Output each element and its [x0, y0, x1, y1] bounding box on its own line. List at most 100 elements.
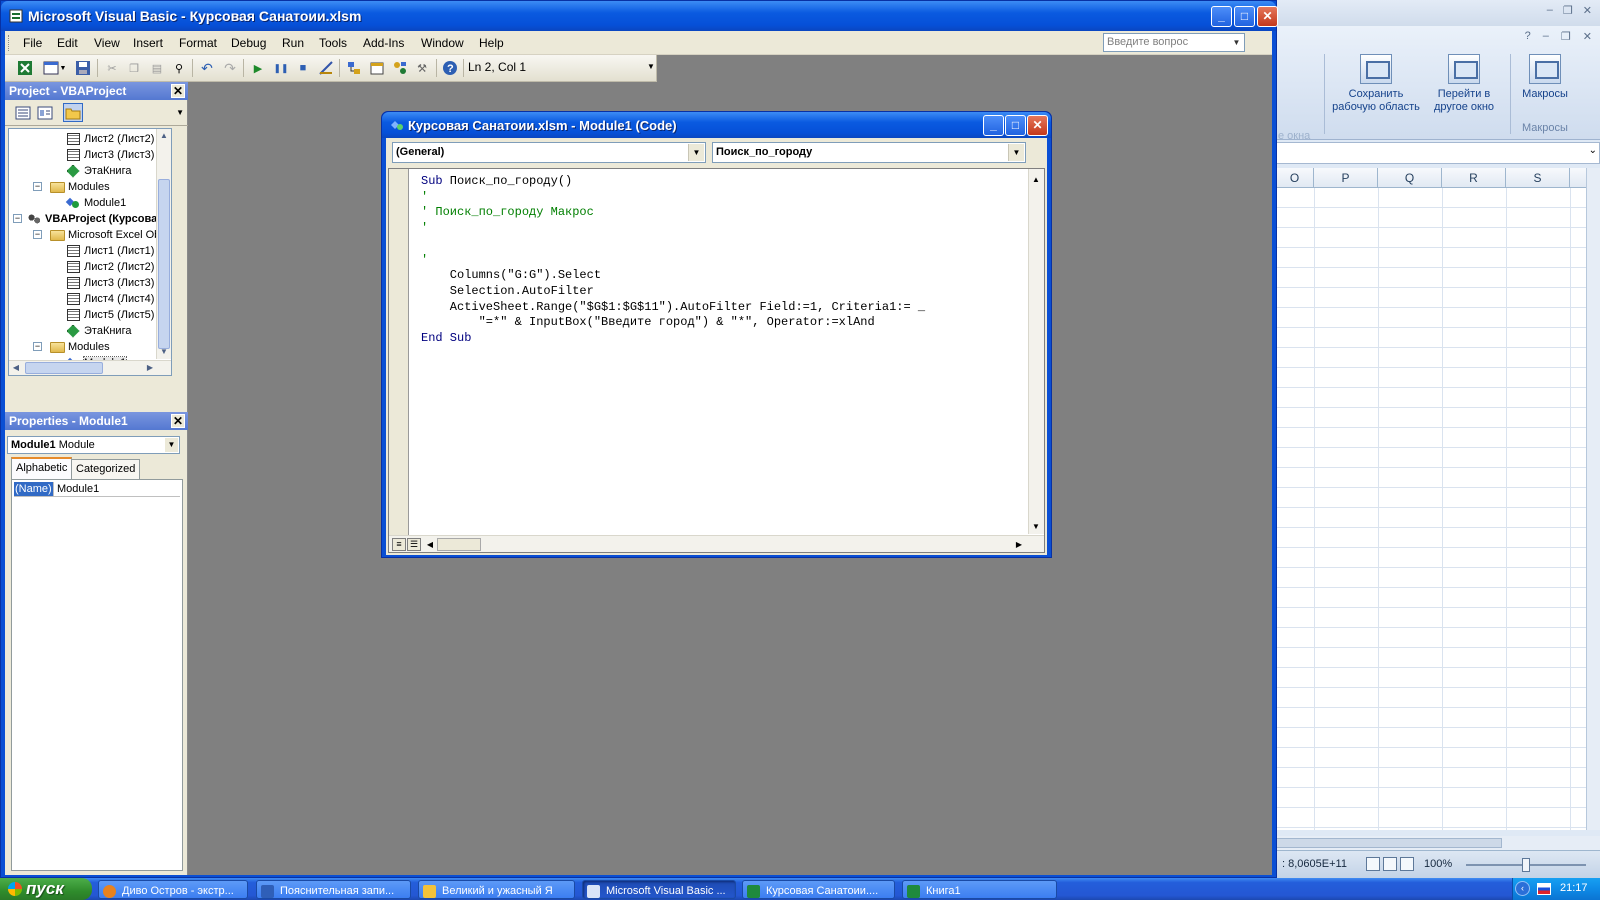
collapse-icon[interactable]: −	[33, 230, 42, 239]
code-line[interactable]: Sub Поиск_по_городу()	[421, 174, 925, 190]
break-button[interactable]: ❚❚	[273, 60, 289, 76]
tree-item[interactable]: Лист3 (Лист3)	[65, 147, 154, 163]
zoom-slider-knob[interactable]	[1522, 858, 1530, 872]
scroll-left-icon[interactable]: ◀	[9, 361, 23, 375]
editor-vertical-scrollbar[interactable]: ▲ ▼	[1028, 169, 1044, 534]
formula-bar[interactable]: ⌄	[1276, 142, 1600, 164]
column-header[interactable]: Q	[1378, 168, 1442, 188]
chevron-down-icon[interactable]: ▼	[1008, 144, 1024, 161]
taskbar-item[interactable]: Диво Остров - экстр...	[98, 880, 248, 899]
tree-item[interactable]: Лист3 (Лист3)	[65, 275, 154, 291]
scroll-right-icon[interactable]: ▶	[143, 361, 157, 375]
close-panel-button[interactable]: ✕	[171, 414, 185, 428]
chevron-down-icon[interactable]: ▼	[165, 438, 178, 452]
column-header[interactable]: O	[1276, 168, 1314, 188]
menu-tools[interactable]: Tools	[319, 36, 347, 50]
help-icon[interactable]: ?	[1525, 30, 1531, 43]
toggle-folders-button[interactable]	[63, 103, 83, 122]
collapse-icon[interactable]: −	[33, 342, 42, 351]
chevron-down-icon[interactable]: ▼	[688, 144, 704, 161]
code-text[interactable]: Sub Поиск_по_городу() ' ' Поиск_по_городу …	[421, 174, 925, 347]
vertical-scrollbar[interactable]	[1586, 168, 1600, 830]
object-selector[interactable]: (General) ▼	[392, 142, 706, 163]
toolbar-options-icon[interactable]: ▼	[647, 62, 655, 76]
page-break-view-icon[interactable]	[1400, 857, 1414, 871]
collapse-icon[interactable]: −	[13, 214, 22, 223]
redo-button[interactable]: ↷	[222, 60, 238, 76]
menu-help[interactable]: Help	[479, 36, 504, 50]
taskbar-item[interactable]: Книга1	[902, 880, 1057, 899]
project-tree[interactable]: Лист2 (Лист2) Лист3 (Лист3) ЭтаКнига − Mo…	[8, 128, 172, 376]
close-button[interactable]: ✕	[1257, 6, 1278, 27]
copy-button[interactable]: ❐	[126, 60, 142, 76]
editor-horizontal-scrollbar[interactable]: ≡ ☰ ◀ ▶	[389, 535, 1044, 552]
scroll-right-icon[interactable]: ▶	[1012, 538, 1026, 552]
taskbar-item-active[interactable]: Microsoft Visual Basic ...	[582, 880, 736, 899]
tree-item[interactable]: − Microsoft Excel Objec	[33, 227, 171, 243]
start-button[interactable]: пуск	[0, 878, 92, 900]
procedure-selector[interactable]: Поиск_по_городу ▼	[712, 142, 1026, 163]
taskbar-item[interactable]: Курсовая Санатоии....	[742, 880, 895, 899]
design-mode-button[interactable]	[318, 60, 334, 76]
procedure-view-button[interactable]: ≡	[392, 538, 406, 551]
minimize-button[interactable]: _	[983, 115, 1004, 136]
tree-item[interactable]: Лист4 (Лист4)	[65, 291, 154, 307]
tree-item[interactable]: − Modules	[33, 179, 110, 195]
tree-item[interactable]: Лист5 (Лист5)	[65, 307, 154, 323]
collapse-icon[interactable]: −	[33, 182, 42, 191]
tree-item[interactable]: − VBAProject (Курсова	[13, 211, 157, 227]
tree-item[interactable]: Лист2 (Лист2)	[65, 259, 154, 275]
save-button[interactable]	[75, 60, 91, 76]
tab-alphabetic[interactable]: Alphabetic	[11, 457, 73, 479]
code-line[interactable]: ' Поиск_по_городу Макрос	[421, 205, 925, 221]
menu-debug[interactable]: Debug	[231, 36, 266, 50]
minimize-icon[interactable]: –	[1543, 30, 1549, 43]
minimize-icon[interactable]: –	[1547, 4, 1553, 17]
code-line[interactable]: Columns("G:G").Select	[421, 268, 925, 284]
horizontal-scrollbar[interactable]	[1276, 836, 1600, 850]
scroll-thumb[interactable]	[158, 179, 170, 349]
restore-icon[interactable]: ❐	[1563, 4, 1573, 17]
zoom-level[interactable]: 100%	[1424, 858, 1452, 870]
menu-run[interactable]: Run	[282, 36, 304, 50]
code-line[interactable]: "=*" & InputBox("Введите город") & "*", …	[421, 315, 925, 331]
undo-button[interactable]: ↶	[199, 60, 215, 76]
object-browser-button[interactable]	[392, 60, 408, 76]
language-flag-icon[interactable]	[1537, 883, 1551, 895]
close-icon[interactable]: ✕	[1583, 4, 1592, 17]
scroll-thumb[interactable]	[25, 362, 103, 374]
code-line[interactable]: '	[421, 221, 925, 237]
column-header[interactable]: P	[1314, 168, 1378, 188]
help-button[interactable]: ?	[442, 60, 458, 76]
switch-window-button[interactable]: Перейти в другое окно	[1422, 54, 1506, 114]
margin-indicator-bar[interactable]	[389, 169, 409, 552]
object-combo[interactable]: Module1 Module ▼	[7, 436, 180, 454]
tree-item[interactable]: Лист1 (Лист1)	[65, 243, 154, 259]
run-button[interactable]: ▶	[250, 60, 266, 76]
save-workspace-button[interactable]: Сохранить рабочую область	[1330, 54, 1422, 114]
scroll-up-icon[interactable]: ▲	[1029, 173, 1043, 187]
tree-horizontal-scrollbar[interactable]: ◀ ▶	[9, 360, 171, 375]
worksheet-grid[interactable]	[1276, 188, 1586, 830]
scroll-down-icon[interactable]: ▼	[1029, 520, 1043, 534]
zoom-slider[interactable]	[1466, 858, 1586, 872]
toolbox-button[interactable]: ⚒	[414, 60, 430, 76]
find-button[interactable]: ⚲	[171, 60, 187, 76]
project-explorer-button[interactable]	[346, 60, 362, 76]
taskbar-item[interactable]: Великий и ужасный Я	[418, 880, 575, 899]
column-header[interactable]: S	[1506, 168, 1570, 188]
properties-window-button[interactable]	[369, 60, 385, 76]
tab-categorized[interactable]: Categorized	[71, 459, 141, 479]
maximize-button[interactable]: □	[1234, 6, 1255, 27]
menu-insert[interactable]: Insert	[133, 36, 163, 50]
close-button[interactable]: ✕	[1027, 115, 1048, 136]
scroll-left-icon[interactable]: ◀	[423, 538, 437, 552]
scroll-down-icon[interactable]: ▼	[157, 345, 171, 359]
code-line[interactable]: Selection.AutoFilter	[421, 284, 925, 300]
show-hidden-icons-icon[interactable]: ‹	[1515, 881, 1530, 896]
menu-view[interactable]: View	[94, 36, 120, 50]
close-icon[interactable]: ✕	[1583, 30, 1592, 43]
insert-userform-button[interactable]	[43, 60, 59, 76]
menu-edit[interactable]: Edit	[57, 36, 78, 50]
normal-view-icon[interactable]	[1366, 857, 1380, 871]
